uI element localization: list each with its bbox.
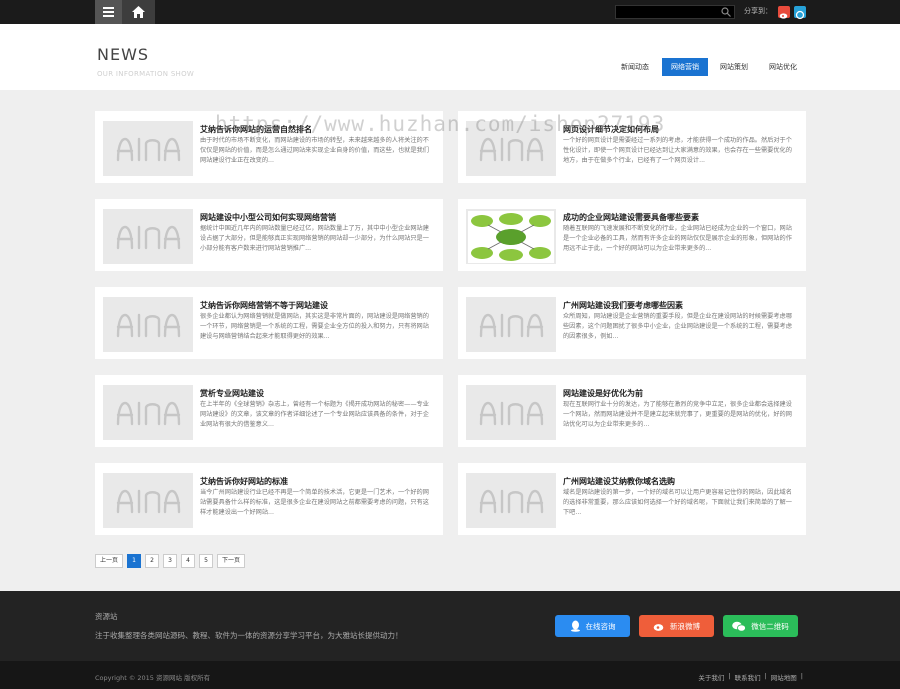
card-description: 随着互联网的飞速发展和不断变化的行业，企业网站已经成为企业的一个窗口，网站是一个… <box>563 225 792 252</box>
footer-description: 注于收集整理各类网站源码、教程、软件为一体的资源分享学习平台，为大雅站长提供动力… <box>95 631 403 640</box>
weibo-button[interactable]: 新浪微博 <box>639 615 714 637</box>
card-description: 当今广州网站建设行业已经不再是一个简单的技术活，它更是一门艺术，一个好的网站需要… <box>200 489 429 516</box>
wechat-icon <box>732 621 747 632</box>
news-card[interactable]: 网站建设中小型公司如何实现网络营销据统计中国近几年内的网站数量已经过亿，网站数量… <box>95 199 443 271</box>
aina-logo-thumbnail[interactable] <box>103 473 193 528</box>
news-card[interactable]: 广州网站建设艾纳教你域名选购域名是网站建设的第一步，一个好的域名可以让用户更容易… <box>458 463 806 535</box>
news-card[interactable]: 网站建设是好优化为前现在互联网行业十分的发达，为了能够在激烈的竞争中立足，很多企… <box>458 375 806 447</box>
aina-logo-thumbnail[interactable] <box>466 385 556 440</box>
card-description: 由于时代的市场不断变化，而网站建设的市场的转型，未来越来越多的人将关注的不仅仅是… <box>200 137 429 164</box>
news-card[interactable]: 艾纳告诉你好网站的标准当今广州网站建设行业已经不再是一个简单的技术活，它更是一门… <box>95 463 443 535</box>
page-4-button[interactable]: 4 <box>181 554 196 568</box>
news-card[interactable]: 赏析专业网站建设在上半年的《全球营销》杂志上，曾经有一个标题为《揭开成功网站的秘… <box>95 375 443 447</box>
menu-icon[interactable] <box>95 0 122 24</box>
card-title[interactable]: 艾纳告诉你网站的运营自然排名 <box>200 124 312 135</box>
news-card[interactable]: 成功的企业网站建设需要具备哪些要素随着互联网的飞速发展和不断变化的行业，企业网站… <box>458 199 806 271</box>
bottom-bar: Copyright © 2015 资源网站 版权所有 关于我们 | 联系我们 |… <box>0 661 900 689</box>
card-title[interactable]: 网站建设是好优化为前 <box>563 388 643 399</box>
qq-icon <box>570 620 580 632</box>
share-label: 分享到： <box>744 7 772 15</box>
wechat-label: 微信二维码 <box>751 621 789 631</box>
wechat-qr-button[interactable]: 微信二维码 <box>723 615 798 637</box>
about-link[interactable]: 关于我们 <box>698 672 724 682</box>
pagination: 上一页 1 2 3 4 5 下一页 <box>95 554 246 568</box>
bottom-links: 关于我们 | 联系我们 | 网站地图 | <box>698 672 803 682</box>
online-consult-label: 在线咨询 <box>585 621 616 631</box>
separator: | <box>800 672 803 680</box>
footer-title: 资源站 <box>95 612 118 621</box>
weibo-label: 新浪微博 <box>670 621 700 631</box>
aina-logo-thumbnail[interactable] <box>466 121 556 176</box>
card-title[interactable]: 广州网站建设艾纳教你域名选购 <box>563 476 675 487</box>
card-description: 域名是网站建设的第一步，一个好的域名可以让用户更容易记住你的网站，因此域名的选择… <box>563 489 792 516</box>
card-description: 据统计中国近几年内的网站数量已经过亿，网站数量上了万，其中中小型企业网站建设占据… <box>200 225 429 252</box>
news-card[interactable]: 艾纳告诉你网站的运营自然排名由于时代的市场不断变化，而网站建设的市场的转型，未来… <box>95 111 443 183</box>
prev-page-button[interactable]: 上一页 <box>95 554 124 568</box>
card-title[interactable]: 网站建设中小型公司如何实现网络营销 <box>200 212 336 223</box>
card-title[interactable]: 网页设计细节决定如何布局 <box>563 124 659 135</box>
page-1-button[interactable]: 1 <box>127 554 142 568</box>
next-page-button[interactable]: 下一页 <box>217 554 246 568</box>
search-input[interactable] <box>615 5 735 19</box>
card-title[interactable]: 艾纳告诉你好网站的标准 <box>200 476 288 487</box>
aina-logo-thumbnail[interactable] <box>466 297 556 352</box>
page-title: NEWS <box>97 45 150 64</box>
sitemap-link[interactable]: 网站地图 <box>771 672 797 682</box>
separator: | <box>728 672 731 680</box>
page-2-button[interactable]: 2 <box>145 554 160 568</box>
search-icon[interactable] <box>721 7 731 17</box>
card-description: 在上半年的《全球营销》杂志上，曾经有一个标题为《揭开成功网站的秘密——专业网站建… <box>200 401 429 428</box>
aina-logo-thumbnail[interactable] <box>103 121 193 176</box>
card-description: 现在互联网行业十分的发达，为了能够在激烈的竞争中立足，很多企业都会选择建设一个网… <box>563 401 792 428</box>
separator: | <box>764 672 767 680</box>
aina-logo-thumbnail[interactable] <box>103 297 193 352</box>
card-description: 众所周知，网站建设是企业营销的重要手段，但是企业在建设网站的时候需要考虑哪些因素… <box>563 313 792 340</box>
news-card[interactable]: 网页设计细节决定如何布局一个好的网页设计是需要经过一系列的考虑，才能获得一个成功… <box>458 111 806 183</box>
tab-marketing[interactable]: 网络营销 <box>662 58 708 76</box>
card-description: 一个好的网页设计是需要经过一系列的考虑，才能获得一个成功的作品。然后对于个性化设… <box>563 137 792 164</box>
aina-logo-thumbnail[interactable] <box>103 385 193 440</box>
tab-news[interactable]: 新闻动态 <box>614 58 656 76</box>
weibo-icon <box>653 623 664 631</box>
qzone-share-icon[interactable] <box>794 6 806 20</box>
card-title[interactable]: 赏析专业网站建设 <box>200 388 264 399</box>
top-bar: 分享到： <box>0 0 900 24</box>
contact-link[interactable]: 联系我们 <box>735 672 761 682</box>
weibo-share-icon[interactable] <box>778 6 790 19</box>
aina-logo-thumbnail[interactable] <box>466 473 556 528</box>
card-description: 很多企业都认为网络营销就是做网站，其实这是非常片面的，网站建设是网络营销的一个环… <box>200 313 429 340</box>
section-header: NEWS OUR INFORMATION SHOW 新闻动态 网络营销 网站策划… <box>0 24 900 90</box>
news-card[interactable]: 艾纳告诉你网络营销不等于网站建设很多企业都认为网络营销就是做网站，其实这是非常片… <box>95 287 443 359</box>
online-consult-button[interactable]: 在线咨询 <box>555 615 630 637</box>
article-thumbnail[interactable] <box>466 209 556 264</box>
copyright: Copyright © 2015 资源网站 版权所有 <box>95 674 211 682</box>
tab-planning[interactable]: 网站策划 <box>713 58 755 76</box>
page-3-button[interactable]: 3 <box>163 554 178 568</box>
aina-logo-thumbnail[interactable] <box>103 209 193 264</box>
home-icon[interactable] <box>122 0 155 24</box>
card-title[interactable]: 广州网站建设我们要考虑哪些因素 <box>563 300 683 311</box>
tab-optimization[interactable]: 网站优化 <box>762 58 804 76</box>
page-5-button[interactable]: 5 <box>199 554 214 568</box>
card-title[interactable]: 成功的企业网站建设需要具备哪些要素 <box>563 212 699 223</box>
page-subtitle: OUR INFORMATION SHOW <box>97 70 195 78</box>
news-card[interactable]: 广州网站建设我们要考虑哪些因素众所周知，网站建设是企业营销的重要手段，但是企业在… <box>458 287 806 359</box>
footer: 资源站 注于收集整理各类网站源码、教程、软件为一体的资源分享学习平台，为大雅站长… <box>0 591 900 661</box>
card-title[interactable]: 艾纳告诉你网络营销不等于网站建设 <box>200 300 328 311</box>
